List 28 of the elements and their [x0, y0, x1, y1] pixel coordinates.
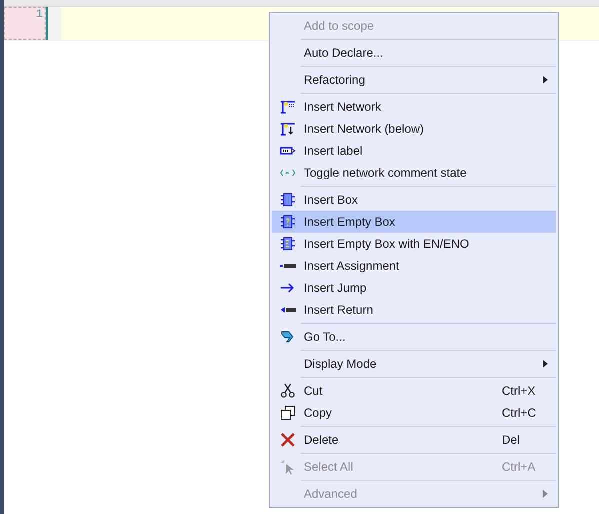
menu-item[interactable]: Insert Jump [272, 277, 556, 299]
delete-icon [280, 432, 296, 448]
menu-item[interactable]: Insert Empty Box with EN/ENO [272, 233, 556, 255]
box-icon [280, 192, 296, 208]
line-number: 1 [36, 9, 43, 23]
copy-icon [280, 405, 296, 421]
pointer-icon [280, 459, 296, 475]
menu-item[interactable]: Refactoring [272, 69, 556, 91]
menu-item[interactable]: Cut Ctrl+X [272, 380, 556, 402]
menu-item[interactable]: Insert Network (below) [272, 118, 556, 140]
box-icon [280, 236, 296, 252]
menu-item[interactable]: Insert Empty Box [272, 211, 556, 233]
menu-item[interactable]: Copy Ctrl+C [272, 402, 556, 424]
menu-item[interactable]: Insert Return [272, 299, 556, 321]
network-icon [280, 99, 296, 115]
menu-item[interactable]: Insert Box [272, 189, 556, 211]
menu-item[interactable]: Delete Del [272, 429, 556, 451]
empty-box-icon [280, 214, 296, 230]
menu-item[interactable]: Display Mode [272, 353, 556, 375]
menu-item[interactable]: Insert label [272, 140, 556, 162]
network-below-icon [280, 121, 296, 137]
menu-item[interactable]: Insert Network [272, 96, 556, 118]
scissors-icon [280, 383, 296, 399]
menu-item[interactable]: Insert Assignment [272, 255, 556, 277]
menu-item[interactable]: Go To... [272, 326, 556, 348]
menu-item[interactable]: Toggle network comment state [272, 162, 556, 184]
menu-item[interactable]: Auto Declare... [272, 42, 556, 64]
goto-arrow-icon [280, 329, 296, 345]
